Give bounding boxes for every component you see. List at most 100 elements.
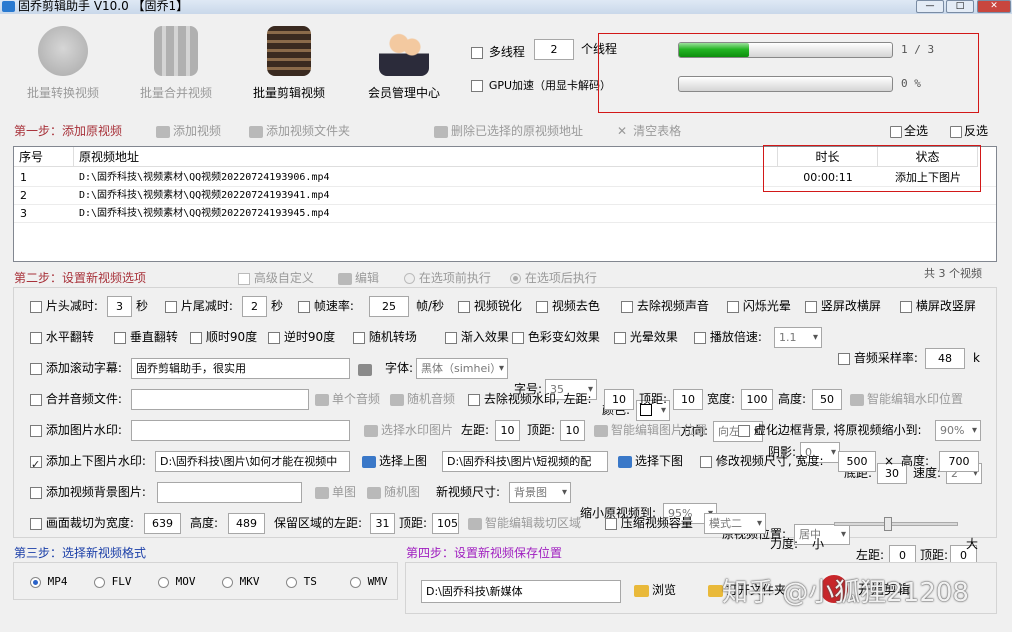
select-all-button[interactable]: 全选 xyxy=(890,122,928,139)
crop-checkbox[interactable]: 画面裁切为宽度: xyxy=(30,513,134,534)
ccw90-checkbox[interactable]: 逆时90度 xyxy=(268,327,335,348)
advanced-custom-checkbox[interactable]: 高级自定义 xyxy=(238,269,314,286)
random-img-button[interactable]: 随机图 xyxy=(367,482,420,503)
speed-checkbox[interactable]: 播放倍速: xyxy=(694,327,762,348)
format-radio-flv[interactable]: FLV xyxy=(94,575,132,588)
delete-selected-button[interactable]: 删除已选择的原视频地址 xyxy=(434,122,583,139)
new-size-select[interactable]: 背景图 xyxy=(509,482,571,503)
wm-height-input[interactable]: 50 xyxy=(812,389,842,410)
decolor-checkbox[interactable]: 视频去色 xyxy=(536,296,600,317)
sharpen-checkbox[interactable]: 视频锐化 xyxy=(458,296,522,317)
hflip-checkbox[interactable]: 水平翻转 xyxy=(30,327,94,348)
flash-checkbox[interactable]: 闪烁光晕 xyxy=(727,296,791,317)
compress-checkbox[interactable]: 压缩视频容量 xyxy=(605,513,693,534)
crop-top-input[interactable]: 105 xyxy=(432,513,459,534)
multithread-checkbox-row[interactable]: 多线程 xyxy=(471,42,525,63)
compress-mode-select[interactable]: 模式二 xyxy=(704,513,766,534)
img-wm-checkbox[interactable]: 添加图片水印: xyxy=(30,420,122,441)
format-radio-mp4[interactable]: MP4 xyxy=(30,575,68,588)
merge-audio-checkbox[interactable]: 合并音频文件: xyxy=(30,389,122,410)
minimize-button[interactable]: — xyxy=(916,0,944,13)
fps-checkbox[interactable]: 帧速率: xyxy=(298,296,354,317)
gpu-checkbox[interactable] xyxy=(471,79,483,92)
add-folder-button[interactable]: 添加视频文件夹 xyxy=(249,122,350,139)
single-img-button[interactable]: 单图 xyxy=(315,482,356,503)
top-image-input[interactable]: D:\固乔科技\图片\如何才能在视频中 xyxy=(155,451,350,472)
choose-bottom-button[interactable]: 选择下图 xyxy=(618,451,683,472)
smart-crop-button[interactable]: 智能编辑裁切区域 xyxy=(468,513,581,534)
updown-checkbox[interactable]: 添加上下图片水印: xyxy=(30,451,146,475)
col-path-header[interactable]: 原视频地址 xyxy=(74,147,778,167)
scale-select[interactable]: 90% xyxy=(935,420,981,441)
format-radio-ts[interactable]: TS xyxy=(286,575,317,588)
bg-image-input[interactable] xyxy=(157,482,302,503)
random-transition-checkbox[interactable]: 随机转场 xyxy=(353,327,417,348)
resize-width-input[interactable]: 500 xyxy=(838,451,876,472)
font-select[interactable]: 黑体（simhei） xyxy=(416,358,508,379)
h2v-checkbox[interactable]: 横屏改竖屏 xyxy=(900,296,976,317)
close-button[interactable]: ✕ xyxy=(977,0,1011,13)
batch-edit-button[interactable]: 批量剪辑视频 xyxy=(241,22,337,104)
member-center-button[interactable]: 会员管理中心 xyxy=(356,22,452,104)
resize-checkbox[interactable]: 修改视频尺寸, 宽度: xyxy=(700,451,824,472)
invert-select-button[interactable]: 反选 xyxy=(950,122,988,139)
head-cut-checkbox[interactable]: 片头减时: xyxy=(30,296,98,317)
clear-table-button[interactable]: ✕ 清空表格 xyxy=(617,122,681,139)
choose-top-button[interactable]: 选择上图 xyxy=(362,451,427,472)
maximize-button[interactable]: □ xyxy=(946,0,974,13)
audio-file-input[interactable] xyxy=(131,389,309,410)
tail-cut-input[interactable]: 2 xyxy=(242,296,267,317)
choose-wm-button[interactable]: 选择水印图片 xyxy=(364,420,453,441)
wm-image-input[interactable] xyxy=(131,420,350,441)
wm-left-input[interactable]: 10 xyxy=(604,389,634,410)
table-row[interactable]: 3 D:\固乔科技\视频素材\QQ视频20220724193945.mp4 xyxy=(14,205,996,223)
blur-bg-checkbox[interactable]: 虚化边框背景, 将原视频缩小到: xyxy=(738,420,922,441)
after-option-radio[interactable]: 在选项后执行 xyxy=(510,269,597,286)
format-radio-mkv[interactable]: MKV xyxy=(222,575,260,588)
scroll-sub-checkbox[interactable]: 添加滚动字幕: xyxy=(30,358,122,379)
bottom-image-input[interactable]: D:\固乔科技\图片\短视频的配 xyxy=(442,451,608,472)
wm-width-input[interactable]: 100 xyxy=(741,389,773,410)
fade-in-checkbox[interactable]: 渐入效果 xyxy=(445,327,509,348)
remove-audio-checkbox[interactable]: 去除视频声音 xyxy=(621,296,709,317)
edit-button[interactable]: 编辑 xyxy=(338,269,379,286)
cw90-checkbox[interactable]: 顺时90度 xyxy=(190,327,257,348)
color-shift-checkbox[interactable]: 色彩变幻效果 xyxy=(512,327,600,348)
subtitle-edit-icon[interactable] xyxy=(358,362,375,376)
vflip-checkbox[interactable]: 垂直翻转 xyxy=(114,327,178,348)
add-video-button[interactable]: 添加视频 xyxy=(156,122,221,139)
v2h-checkbox[interactable]: 竖屏改横屏 xyxy=(805,296,881,317)
fps-input[interactable]: 25 xyxy=(369,296,409,317)
remove-wm-checkbox[interactable]: 去除视频水印, 左距: xyxy=(468,389,592,410)
save-path-input[interactable]: D:\固乔科技\新媒体 xyxy=(421,580,621,603)
batch-merge-button[interactable]: 批量合并视频 xyxy=(128,22,224,104)
crop-width-input[interactable]: 639 xyxy=(144,513,181,534)
gpu-checkbox-row[interactable]: GPU加速（用显卡解码） xyxy=(471,75,611,96)
crop-height-input[interactable]: 489 xyxy=(228,513,265,534)
bg-img-checkbox[interactable]: 添加视频背景图片: xyxy=(30,482,146,503)
random-audio-button[interactable]: 随机音频 xyxy=(390,389,455,410)
tail-cut-checkbox[interactable]: 片尾减时: xyxy=(165,296,233,317)
format-radio-wmv[interactable]: WMV xyxy=(350,575,388,588)
multithread-checkbox[interactable] xyxy=(471,46,483,59)
speed-select[interactable]: 1.1 xyxy=(774,327,822,348)
smart-img-button[interactable]: 智能编辑图片位置 xyxy=(594,420,707,441)
img-top-input[interactable]: 10 xyxy=(560,420,585,441)
resize-height-input[interactable]: 700 xyxy=(939,451,979,472)
single-audio-button[interactable]: 单个音频 xyxy=(315,389,380,410)
smart-wm-button[interactable]: 智能编辑水印位置 xyxy=(850,389,963,410)
img-left-input[interactable]: 10 xyxy=(495,420,520,441)
before-option-radio[interactable]: 在选项前执行 xyxy=(404,269,491,286)
browse-button[interactable]: 浏览 xyxy=(634,580,676,601)
format-radio-mov[interactable]: MOV xyxy=(158,575,196,588)
strength-slider-track[interactable] xyxy=(834,522,958,526)
col-index-header[interactable]: 序号 xyxy=(14,147,74,167)
halo-checkbox[interactable]: 光晕效果 xyxy=(614,327,678,348)
thread-count-input[interactable]: 2 xyxy=(534,39,574,60)
crop-left-input[interactable]: 31 xyxy=(370,513,395,534)
batch-convert-button[interactable]: 批量转换视频 xyxy=(15,22,111,104)
head-cut-input[interactable]: 3 xyxy=(107,296,132,317)
wm-top-input[interactable]: 10 xyxy=(673,389,703,410)
subtitle-text-input[interactable]: 固乔剪辑助手，很实用 xyxy=(131,358,350,379)
strength-slider-thumb[interactable] xyxy=(884,517,893,531)
